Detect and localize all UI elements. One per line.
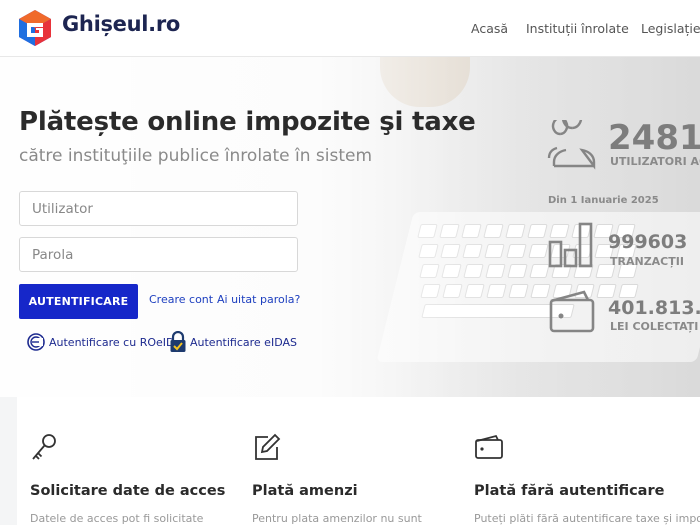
roeid-login-link[interactable]: Autentificare cu ROeID bbox=[26, 331, 174, 353]
eidas-login-label: Autentificare eIDAS bbox=[190, 335, 297, 349]
wallet-icon bbox=[549, 290, 595, 333]
page-title: Plătește online impozite şi taxe bbox=[19, 107, 476, 137]
create-account-link[interactable]: Creare cont bbox=[149, 293, 213, 306]
roeid-icon bbox=[27, 333, 45, 351]
padlock-icon bbox=[170, 331, 186, 352]
users-label: UTILIZATORI ACT bbox=[610, 155, 700, 168]
bar-chart-icon bbox=[548, 222, 593, 268]
feature-no-auth-desc: Puteți plăti fără autentificare taxe și … bbox=[474, 512, 700, 525]
nav-home[interactable]: Acasă bbox=[471, 21, 508, 36]
feature-access-desc: Datele de acces pot fi solicitate bbox=[30, 512, 204, 525]
features-section bbox=[17, 397, 700, 525]
logo-icon[interactable] bbox=[17, 9, 53, 47]
roeid-login-label: Autentificare cu ROeID bbox=[49, 335, 175, 349]
feature-access-title: Solicitare date de acces bbox=[30, 483, 226, 499]
stats-since-date: Din 1 Ianuarie 2025 bbox=[548, 195, 659, 206]
edit-icon bbox=[255, 433, 281, 460]
feature-fines-title: Plată amenzi bbox=[252, 483, 358, 499]
key-icon bbox=[32, 434, 56, 460]
forgot-password-link[interactable]: Ai uitat parola? bbox=[217, 293, 300, 306]
nav-enrolled-institutions[interactable]: Instituții înrolate bbox=[526, 21, 629, 36]
collected-label: LEI COLECTAȚI bbox=[610, 320, 699, 333]
nav-legislation[interactable]: Legislație bbox=[641, 21, 700, 36]
login-button[interactable]: AUTENTIFICARE bbox=[19, 284, 138, 319]
users-count: 24816 bbox=[608, 118, 700, 158]
feature-no-auth-title: Plată fără autentificare bbox=[474, 483, 665, 499]
collected-amount: 401.813.77 bbox=[608, 297, 700, 319]
eidas-login-link[interactable]: Autentificare eIDAS bbox=[169, 331, 297, 353]
feature-fines-desc: Pentru plata amenzilor nu sunt bbox=[252, 512, 422, 525]
users-icon bbox=[547, 120, 596, 170]
password-input[interactable] bbox=[19, 237, 298, 272]
page-subtitle: către instituţiile publice înrolate în s… bbox=[19, 146, 373, 166]
site-header: Ghișeul.ro Acasă Instituții înrolate Leg… bbox=[0, 0, 700, 57]
wallet-icon bbox=[475, 434, 503, 459]
transactions-label: TRANZACȚII bbox=[610, 255, 684, 268]
transactions-count: 999603 bbox=[608, 231, 688, 253]
brand-name[interactable]: Ghișeul.ro bbox=[62, 12, 180, 36]
username-input[interactable] bbox=[19, 191, 298, 226]
